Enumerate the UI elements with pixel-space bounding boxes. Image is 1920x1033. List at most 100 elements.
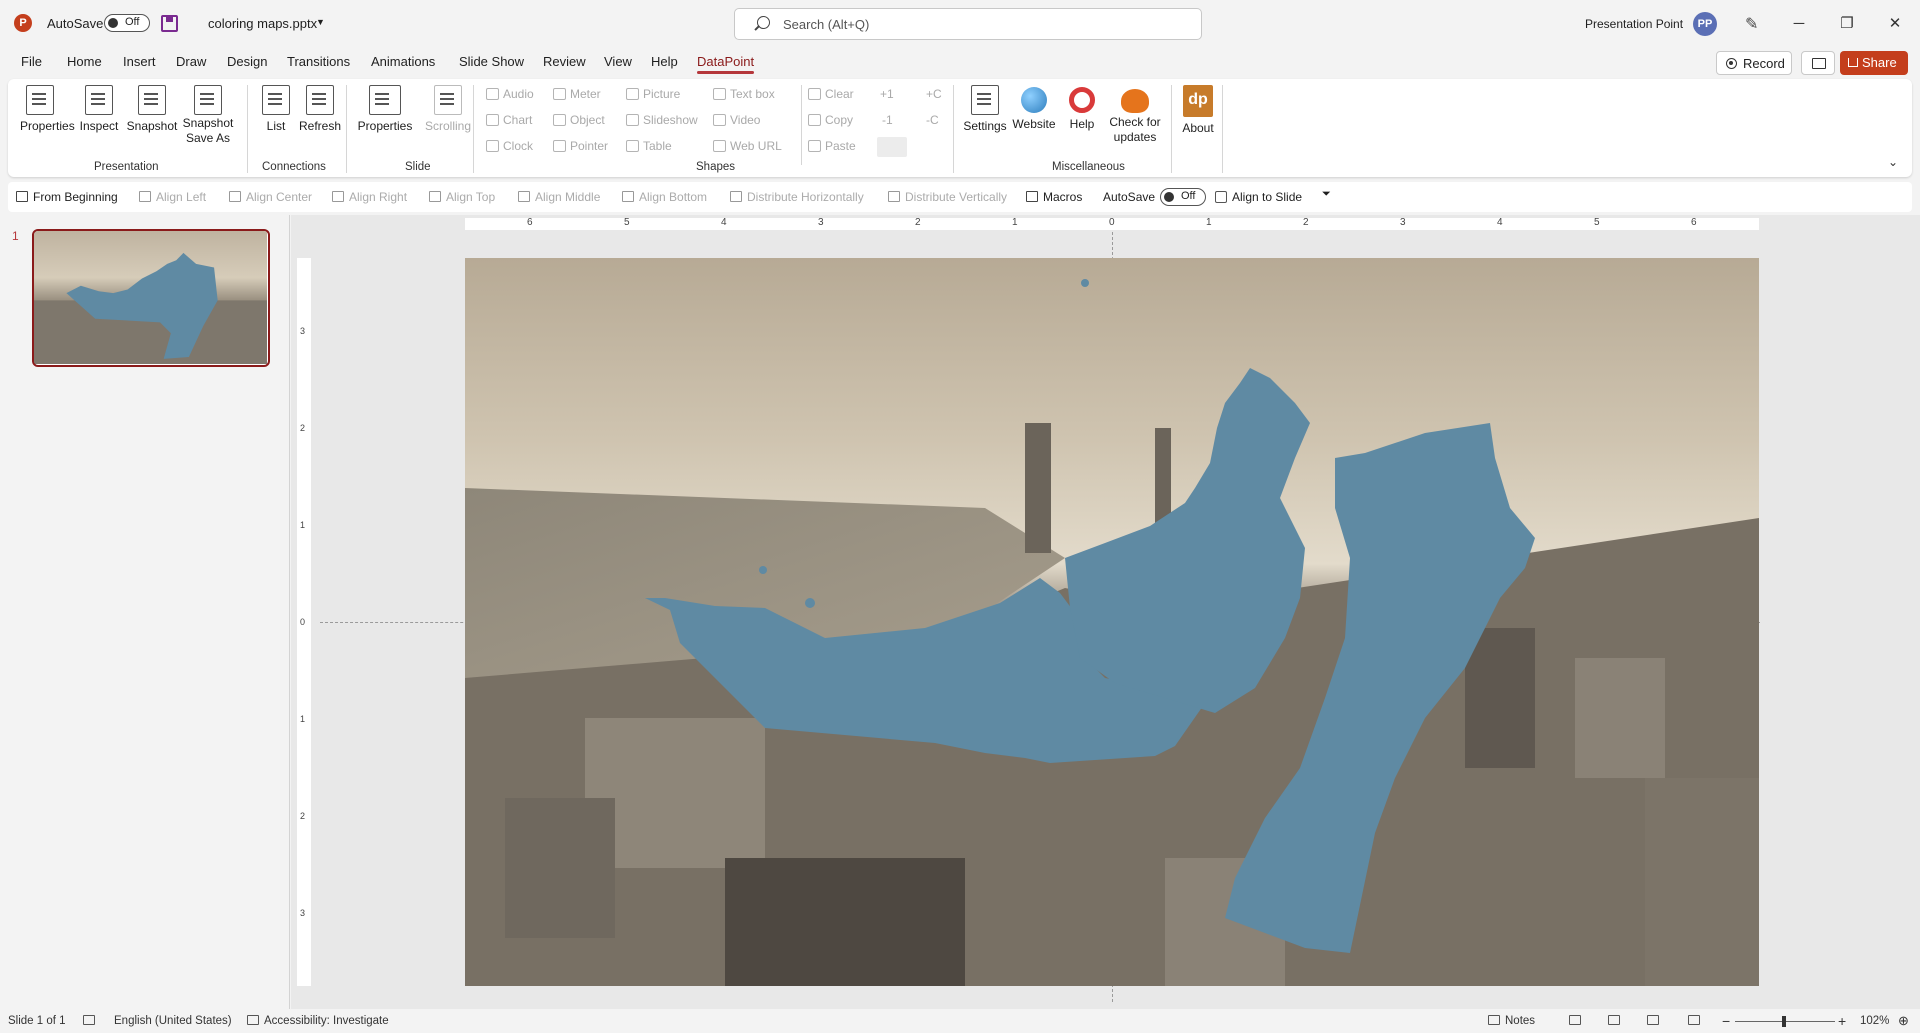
slide-canvas[interactable] (465, 258, 1759, 986)
record-button[interactable]: Record (1716, 51, 1792, 75)
tab-draw[interactable]: Draw (176, 54, 206, 69)
value-box[interactable] (877, 137, 907, 157)
distribute-horizontally-button[interactable]: Distribute Horizontally (730, 190, 864, 204)
close-button[interactable]: ✕ (1872, 10, 1918, 38)
tab-datapoint[interactable]: DataPoint (697, 54, 755, 74)
slideshow-view-button[interactable] (1688, 1015, 1705, 1027)
file-name[interactable]: coloring maps.pptx (208, 16, 317, 31)
align-bottom-button[interactable]: Align Bottom (622, 190, 707, 204)
audio-button[interactable]: Audio (486, 87, 534, 101)
macros-button[interactable]: Macros (1026, 190, 1082, 204)
align-center-button[interactable]: Align Center (229, 190, 312, 204)
pen-icon[interactable]: ✎ (1745, 14, 1763, 33)
minus-one-button[interactable]: -1 (882, 113, 893, 127)
tab-insert[interactable]: Insert (123, 54, 156, 69)
tab-review[interactable]: Review (543, 54, 586, 69)
autosave-toggle[interactable]: Off (104, 14, 150, 32)
text-box-button[interactable]: Text box (713, 87, 775, 101)
tab-animations[interactable]: Animations (371, 54, 435, 69)
video-button[interactable]: Video (713, 113, 760, 127)
tab-home[interactable]: Home (67, 54, 102, 69)
pointer-button[interactable]: Pointer (553, 139, 608, 153)
from-beginning-button[interactable]: From Beginning (16, 190, 118, 204)
minimize-button[interactable]: ─ (1776, 10, 1822, 38)
tab-help[interactable]: Help (651, 54, 678, 69)
slideshow-button[interactable]: Slideshow (626, 113, 698, 127)
minus-c-button[interactable]: -C (926, 113, 939, 127)
zoom-in-button[interactable]: + (1838, 1013, 1846, 1029)
website-button[interactable]: Website (1011, 85, 1057, 131)
align-right-button[interactable]: Align Right (332, 190, 407, 204)
scrolling-button[interactable]: Scrolling (418, 85, 478, 133)
align-middle-button[interactable]: Align Middle (518, 190, 600, 204)
qat-autosave-state: Off (1181, 190, 1196, 202)
chevron-down-icon[interactable]: ▼ (316, 17, 325, 27)
zoom-slider-thumb[interactable] (1782, 1016, 1786, 1027)
slide-properties-button[interactable]: Properties (355, 85, 415, 133)
spelling-icon[interactable] (83, 1015, 100, 1027)
toggle-knob-icon (108, 18, 118, 28)
share-button[interactable]: Share (1840, 51, 1908, 75)
user-name[interactable]: Presentation Point (1585, 17, 1683, 31)
copy-button[interactable]: Copy (808, 113, 853, 127)
zoom-level[interactable]: 102% (1860, 1015, 1889, 1027)
clear-icon (808, 88, 821, 100)
meter-button[interactable]: Meter (553, 87, 601, 101)
update-icon (1121, 89, 1149, 113)
about-button[interactable]: dp About (1176, 85, 1220, 135)
help-button[interactable]: Help (1064, 85, 1100, 131)
table-button[interactable]: Table (626, 139, 672, 153)
slide-sorter-button[interactable] (1608, 1015, 1625, 1027)
plus-one-button[interactable]: +1 (880, 87, 894, 101)
align-top-label: Align Top (446, 190, 496, 204)
clear-button[interactable]: Clear (808, 87, 854, 101)
distribute-horizontally-label: Distribute Horizontally (747, 190, 864, 204)
tab-slide-show[interactable]: Slide Show (459, 54, 524, 69)
customize-toolbar-chevron-icon[interactable]: ⏷ (1322, 188, 1331, 201)
clock-button[interactable]: Clock (486, 139, 533, 153)
language[interactable]: English (United States) (114, 1015, 232, 1027)
align-middle-icon (518, 191, 530, 202)
fit-to-window-icon[interactable]: ⊕ (1898, 1013, 1909, 1029)
comments-button[interactable] (1801, 51, 1835, 75)
qat-autosave-toggle[interactable]: Off (1160, 188, 1206, 206)
zoom-out-button[interactable]: − (1722, 1013, 1730, 1029)
paste-label: Paste (825, 139, 856, 153)
picture-button[interactable]: Picture (626, 87, 680, 101)
refresh-button[interactable]: Refresh (297, 85, 343, 133)
plus-c-button[interactable]: +C (926, 87, 942, 101)
restore-button[interactable]: ❐ (1824, 10, 1870, 38)
align-top-button[interactable]: Align Top (429, 190, 495, 204)
notes-button[interactable]: Notes (1488, 1015, 1535, 1027)
tab-view[interactable]: View (604, 54, 632, 69)
search-box[interactable]: Search (Alt+Q) (734, 8, 1202, 40)
chart-button[interactable]: Chart (486, 113, 532, 127)
tab-transitions[interactable]: Transitions (287, 54, 350, 69)
save-icon[interactable] (161, 15, 178, 32)
reading-view-button[interactable] (1647, 1015, 1664, 1027)
accessibility-status[interactable]: Accessibility: Investigate (247, 1015, 389, 1027)
tab-file[interactable]: File (21, 54, 42, 69)
group-divider (247, 85, 248, 173)
tab-design[interactable]: Design (227, 54, 267, 69)
collapse-ribbon-chevron-icon[interactable]: ⌄ (1888, 155, 1898, 169)
align-left-button[interactable]: Align Left (139, 190, 206, 204)
distribute-vertically-button[interactable]: Distribute Vertically (888, 190, 1007, 204)
avatar[interactable]: PP (1693, 12, 1717, 36)
properties-button[interactable]: Properties (20, 85, 75, 133)
align-to-slide-checkbox[interactable]: Align to Slide (1215, 190, 1302, 204)
list-button[interactable]: List (258, 85, 294, 133)
object-button[interactable]: Object (553, 113, 605, 127)
check-updates-button[interactable]: Check for updates (1105, 85, 1165, 145)
snapshot-save-as-button[interactable]: Snapshot Save As (179, 85, 237, 146)
accessibility-icon (247, 1015, 259, 1025)
paste-button[interactable]: Paste (808, 139, 856, 153)
normal-view-button[interactable] (1569, 1015, 1586, 1027)
settings-button[interactable]: Settings (962, 85, 1008, 133)
slide-thumbnail[interactable] (32, 229, 270, 367)
snapshot-button[interactable]: Snapshot (126, 85, 178, 133)
quick-access-toolbar: From Beginning Align Left Align Center A… (8, 182, 1912, 212)
audio-icon (486, 88, 499, 100)
inspect-button[interactable]: Inspect (79, 85, 119, 133)
web-url-button[interactable]: Web URL (713, 139, 782, 153)
